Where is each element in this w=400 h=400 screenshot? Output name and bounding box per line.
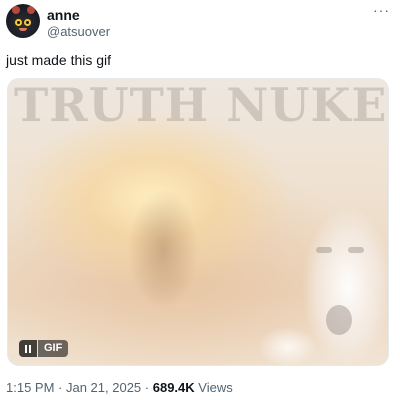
avatar-ear-left (12, 6, 20, 14)
meta-separator: · (141, 380, 153, 395)
avatar[interactable] (6, 4, 40, 38)
avatar-ear-right (27, 6, 35, 14)
tweet: anne @atsuover ··· just made this gif TR… (0, 0, 400, 400)
more-horizontal-icon[interactable]: ··· (373, 2, 390, 18)
avatar-mouth (19, 28, 27, 31)
views-label: Views (194, 380, 233, 395)
tweet-text: just made this gif (6, 52, 112, 68)
meta-separator: · (54, 380, 66, 395)
tweet-date[interactable]: Jan 21, 2025 (66, 380, 141, 395)
pause-icon[interactable] (19, 340, 37, 357)
gif-figure (128, 189, 198, 309)
gif-badge: GIF (38, 340, 69, 357)
tweet-header: anne @atsuover ··· (0, 0, 400, 46)
tweet-time[interactable]: 1:15 PM (6, 380, 54, 395)
author-handle[interactable]: @atsuover (47, 24, 110, 40)
gif-overlay-text: TRUTH NUKE (14, 78, 388, 132)
tweet-meta: 1:15 PM · Jan 21, 2025 · 689.4K Views (6, 380, 233, 396)
gif-hand (258, 327, 318, 365)
views-count: 689.4K (152, 380, 195, 395)
author-name[interactable]: anne (47, 7, 80, 23)
avatar-eye-right (23, 18, 32, 27)
gif-controls: GIF (19, 340, 69, 357)
gif-media[interactable]: TRUTH NUKE GIF (7, 78, 389, 366)
avatar-eye-left (14, 18, 23, 27)
